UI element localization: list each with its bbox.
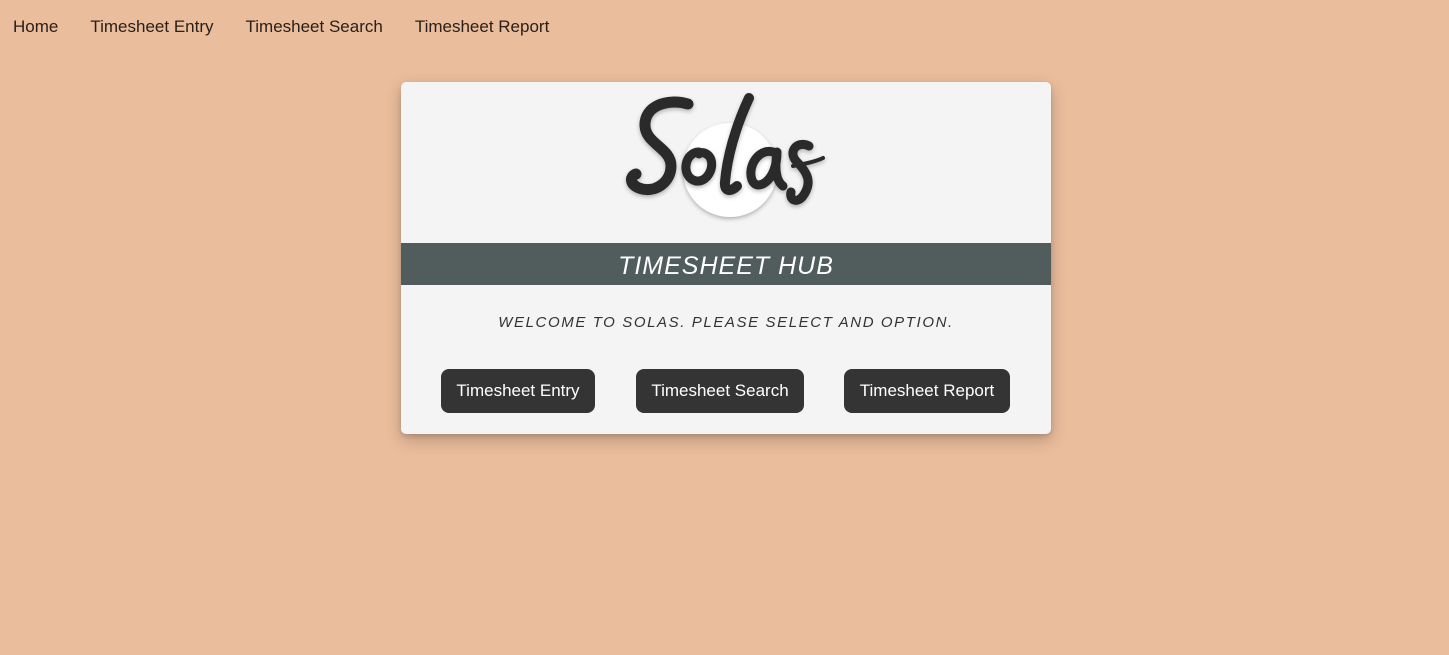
nav-link-timesheet-search[interactable]: Timesheet Search	[246, 16, 383, 38]
hub-card: TIMESHEET HUB WELCOME TO SOLAS. PLEASE S…	[401, 82, 1051, 434]
timesheet-search-button[interactable]: Timesheet Search	[636, 369, 804, 413]
solas-logo	[401, 82, 1051, 243]
nav-link-timesheet-entry[interactable]: Timesheet Entry	[90, 16, 213, 38]
timesheet-entry-button[interactable]: Timesheet Entry	[441, 369, 595, 413]
solas-logo-image	[626, 93, 825, 217]
nav-link-timesheet-report[interactable]: Timesheet Report	[415, 16, 549, 38]
banner-title: TIMESHEET HUB	[401, 243, 1051, 285]
top-nav: Home Timesheet Entry Timesheet Search Ti…	[13, 16, 549, 38]
nav-link-home[interactable]: Home	[13, 16, 58, 38]
welcome-message: WELCOME TO SOLAS. PLEASE SELECT AND OPTI…	[498, 314, 954, 331]
timesheet-report-button[interactable]: Timesheet Report	[844, 369, 1010, 413]
